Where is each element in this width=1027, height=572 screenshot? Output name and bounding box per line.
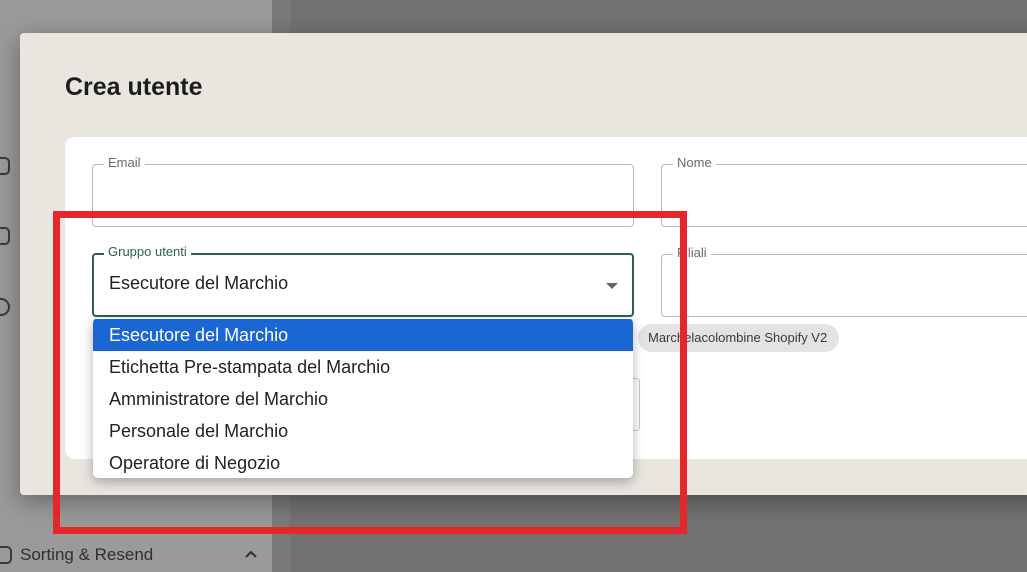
- email-label: Email: [104, 155, 145, 171]
- sidebar-icon: [0, 298, 10, 316]
- sorting-icon: [0, 546, 12, 564]
- chevron-up-icon[interactable]: [243, 546, 259, 562]
- annotation-highlight-box: [53, 211, 687, 534]
- sidebar-item-label: Sorting & Resend: [20, 545, 154, 564]
- dialog-title: Crea utente: [65, 73, 203, 101]
- nome-label: Nome: [673, 155, 716, 171]
- sidebar-icon: [0, 227, 10, 245]
- sidebar-item-sorting-resend[interactable]: Sorting & Resend: [0, 540, 270, 570]
- filiali-field[interactable]: Filiali: [661, 245, 1027, 317]
- nome-field[interactable]: Nome: [661, 155, 1027, 227]
- sidebar-icon: [0, 157, 10, 175]
